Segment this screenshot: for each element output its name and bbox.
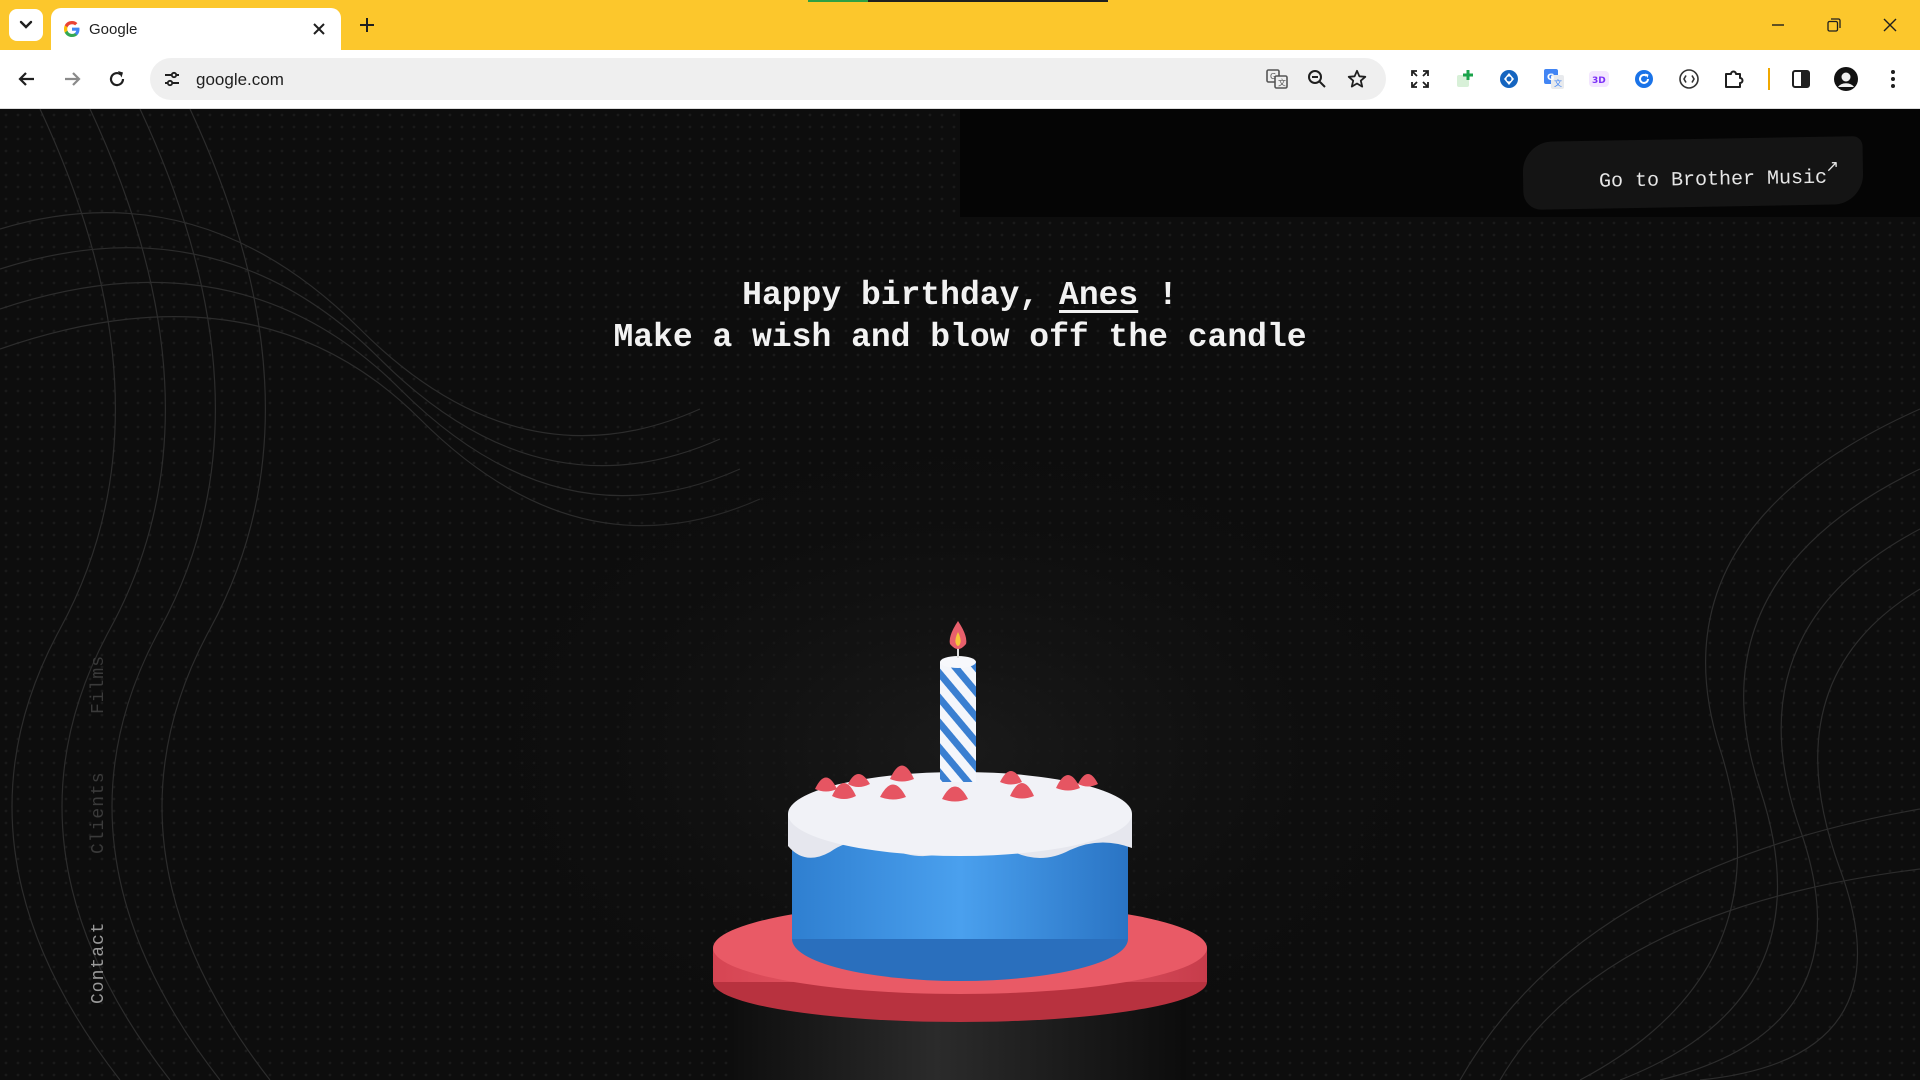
arrow-right-icon: [65, 72, 81, 86]
translate-icon: G文: [1266, 69, 1288, 89]
birthday-page: Go to Brother Music ↗ Happy birthday, An…: [0, 109, 1920, 1080]
greeting-subtitle: Make a wish and blow off the candle: [613, 319, 1307, 356]
url-text: google.com: [196, 70, 284, 89]
svg-text:3D: 3D: [1592, 76, 1606, 86]
nav-clients[interactable]: Clients: [89, 771, 109, 854]
chevron-down-icon: [19, 20, 33, 29]
avatar: [1834, 67, 1858, 91]
close-icon: [1883, 18, 1897, 32]
arrow-left-icon: [18, 72, 34, 86]
tab-search-button[interactable]: [9, 9, 43, 41]
zoom-out-icon: [1308, 70, 1326, 88]
tune-icon: [165, 71, 179, 87]
minimize-button[interactable]: [1750, 0, 1806, 50]
bookmark-button[interactable]: [1345, 67, 1369, 91]
puzzle-icon: [1725, 70, 1744, 88]
blue-refresh-extension-icon: [1635, 70, 1653, 88]
translate-page-button[interactable]: G文: [1265, 67, 1289, 91]
more-vert-icon: [1891, 70, 1895, 88]
google-favicon-icon: [64, 21, 80, 37]
svg-text:文: 文: [1554, 78, 1562, 88]
site-info-button[interactable]: [160, 67, 184, 91]
extension-blue-button[interactable]: [1496, 66, 1522, 92]
birthday-cake-illustration[interactable]: [680, 494, 1240, 1080]
google-translate-extension-button[interactable]: G文: [1541, 66, 1567, 92]
blue-circle-extension-icon: [1500, 70, 1518, 88]
greeting-suffix: !: [1158, 277, 1178, 314]
extension-plus-button[interactable]: [1452, 66, 1478, 92]
toolbar-separator: [1768, 68, 1770, 90]
3d-extension-icon: 3D: [1589, 71, 1609, 87]
code-circle-icon: [1679, 69, 1699, 89]
reload-icon: [109, 71, 125, 87]
new-tab-button[interactable]: [352, 10, 382, 40]
restore-icon: [1827, 18, 1841, 32]
forward-button[interactable]: [55, 62, 89, 96]
nav-contact[interactable]: Contact: [89, 921, 109, 1004]
close-icon: [313, 23, 325, 35]
reload-button[interactable]: [100, 62, 134, 96]
google-translate-icon: G文: [1544, 69, 1564, 89]
browser-toolbar: google.com G文 G文 3D: [0, 50, 1920, 109]
back-button[interactable]: [10, 62, 44, 96]
extension-3d-button[interactable]: 3D: [1586, 66, 1612, 92]
extension-refresh-button[interactable]: [1631, 66, 1657, 92]
zoom-button[interactable]: [1305, 67, 1329, 91]
tab-google[interactable]: Google: [51, 8, 341, 50]
external-arrow-icon: ↗: [1825, 156, 1840, 176]
chrome-menu-button[interactable]: [1880, 66, 1906, 92]
recipient-name: Anes: [1059, 277, 1139, 314]
green-plus-extension-icon: [1457, 70, 1473, 87]
close-window-button[interactable]: [1862, 0, 1918, 50]
greeting-heading: Happy birthday, Anes !: [0, 277, 1920, 314]
address-bar[interactable]: google.com G文: [150, 58, 1386, 100]
brother-music-link-label: Go to Brother Music: [1598, 166, 1828, 194]
extension-code-button[interactable]: [1676, 66, 1702, 92]
side-panel-icon: [1792, 70, 1810, 88]
svg-text:G: G: [1270, 72, 1276, 81]
greeting-prefix: Happy birthday,: [742, 277, 1040, 314]
restore-button[interactable]: [1806, 0, 1862, 50]
loading-progress-bar: [808, 0, 1108, 2]
plus-icon: [360, 18, 374, 32]
star-icon: [1347, 69, 1367, 88]
brother-music-link[interactable]: Go to Brother Music ↗: [1522, 136, 1864, 210]
side-panel-button[interactable]: [1788, 66, 1814, 92]
fullscreen-icon: [1411, 70, 1429, 88]
tab-strip: Google: [0, 0, 1920, 50]
nav-films[interactable]: Films: [89, 655, 109, 714]
profile-button[interactable]: [1833, 66, 1859, 92]
tab-close-button[interactable]: [307, 17, 331, 41]
minimize-icon: [1772, 24, 1784, 26]
svg-text:文: 文: [1278, 78, 1286, 88]
fullscreen-extension-button[interactable]: [1407, 66, 1433, 92]
tab-title: Google: [89, 21, 138, 38]
extensions-menu-button[interactable]: [1721, 66, 1747, 92]
